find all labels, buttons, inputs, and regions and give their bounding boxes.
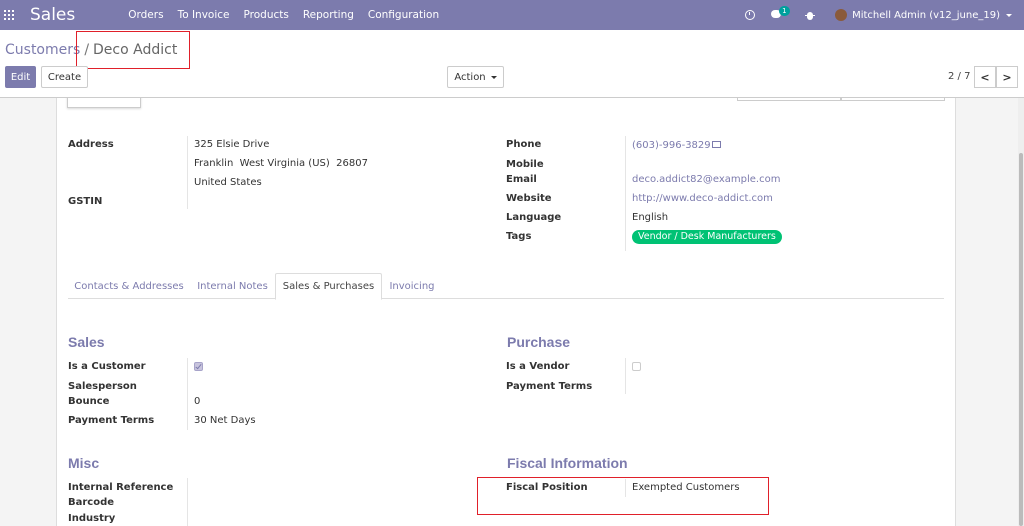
purchase-section-title: Purchase (507, 334, 571, 350)
tab-internal-notes[interactable]: Internal Notes (190, 273, 275, 299)
tags-label: Tags (506, 231, 532, 242)
action-label: Action (454, 71, 486, 83)
field-divider (187, 136, 188, 209)
form-content: Address 325 Elsie Drive Franklin West Vi… (0, 98, 1024, 526)
gstin-label: GSTIN (68, 196, 103, 207)
misc-section-title: Misc (68, 455, 100, 471)
menu-to-invoice[interactable]: To Invoice (171, 9, 237, 21)
menu-configuration[interactable]: Configuration (361, 9, 446, 21)
user-avatar[interactable] (835, 9, 848, 21)
field-divider (187, 358, 188, 430)
debug-bug-icon[interactable] (805, 10, 816, 20)
salesperson-label: Salesperson (68, 381, 137, 392)
chat-count-badge: 1 (779, 6, 790, 16)
purchase-payment-terms-label: Payment Terms (506, 381, 593, 392)
smart-button-1[interactable] (737, 98, 841, 101)
highlight-fiscal-position (477, 477, 769, 515)
bounce-label: Bounce (68, 396, 110, 407)
user-menu[interactable]: Mitchell Admin (v12_june_19) (852, 10, 1000, 21)
is-vendor-checkbox[interactable] (632, 362, 641, 371)
email-label: Email (506, 174, 537, 185)
field-divider (187, 478, 188, 526)
vertical-scrollbar[interactable] (1018, 98, 1024, 526)
main-menu: Orders To Invoice Products Reporting Con… (121, 9, 446, 21)
language-value: English (632, 212, 669, 223)
navbar-systray: 1 Mitchell Admin (v12_june_19) (745, 0, 1024, 30)
internal-reference-label: Internal Reference (68, 482, 174, 493)
smart-button-2[interactable] (841, 98, 945, 101)
email-link[interactable]: deco.addict82@example.com (632, 174, 780, 185)
top-navbar: Sales Orders To Invoice Products Reporti… (0, 0, 1024, 30)
is-customer-checkbox[interactable] (194, 362, 203, 371)
menu-reporting[interactable]: Reporting (296, 9, 361, 21)
highlight-breadcrumb (76, 31, 190, 69)
notebook-tabs: Contacts & Addresses Internal Notes Sale… (68, 273, 944, 300)
pager-previous-button[interactable]: < (974, 66, 996, 88)
user-caret-icon[interactable] (1006, 13, 1012, 17)
is-customer-label: Is a Customer (68, 361, 146, 372)
tag-badge[interactable]: Vendor / Desk Manufacturers (632, 230, 782, 244)
pager-next-button[interactable]: > (996, 66, 1018, 88)
field-divider (625, 136, 626, 251)
language-label: Language (506, 212, 562, 223)
edit-button[interactable]: Edit (5, 66, 36, 88)
control-panel: Customers / Deco Addict Edit Create Acti… (0, 30, 1024, 98)
sms-envelope-icon[interactable] (712, 141, 721, 148)
tab-contacts-addresses[interactable]: Contacts & Addresses (68, 273, 190, 299)
pager-value[interactable]: 2 / 7 (948, 71, 970, 82)
website-link[interactable]: http://www.deco-addict.com (632, 193, 773, 204)
form-sheet: Address 325 Elsie Drive Franklin West Vi… (56, 98, 956, 526)
barcode-label: Barcode (68, 497, 115, 508)
tab-sales-purchases[interactable]: Sales & Purchases (275, 273, 382, 300)
action-dropdown[interactable]: Action (447, 66, 504, 88)
address-line-2: Franklin West Virginia (US) 26807 (194, 158, 368, 169)
app-brand[interactable]: Sales (30, 5, 75, 25)
field-divider (625, 358, 626, 394)
phone-label: Phone (506, 139, 542, 150)
caret-down-icon (490, 75, 497, 79)
apps-grid-icon[interactable] (4, 10, 14, 20)
partner-image[interactable] (67, 98, 141, 108)
activity-clock-icon[interactable] (745, 10, 756, 20)
sales-payment-terms-label: Payment Terms (68, 415, 155, 426)
menu-products[interactable]: Products (237, 9, 296, 21)
address-line-3: United States (194, 177, 262, 188)
fiscal-section-title: Fiscal Information (507, 455, 628, 471)
tab-invoicing[interactable]: Invoicing (382, 273, 442, 299)
industry-label: Industry (68, 513, 116, 524)
phone-link[interactable]: (603)-996-3829 (632, 140, 711, 151)
breadcrumb-customers[interactable]: Customers (5, 42, 80, 58)
is-vendor-label: Is a Vendor (506, 361, 570, 372)
menu-orders[interactable]: Orders (121, 9, 170, 21)
chevron-left-icon: < (980, 70, 990, 84)
address-label: Address (68, 139, 114, 150)
address-line-1: 325 Elsie Drive (194, 139, 270, 150)
chat-icon[interactable]: 1 (771, 6, 790, 22)
bounce-value: 0 (194, 396, 201, 407)
website-label: Website (506, 193, 552, 204)
sales-section-title: Sales (68, 334, 105, 350)
mobile-label: Mobile (506, 159, 544, 170)
create-button[interactable]: Create (41, 66, 88, 88)
sales-payment-terms-value: 30 Net Days (194, 415, 256, 426)
scrollbar-thumb[interactable] (1019, 153, 1023, 526)
chevron-right-icon: > (1002, 70, 1012, 84)
